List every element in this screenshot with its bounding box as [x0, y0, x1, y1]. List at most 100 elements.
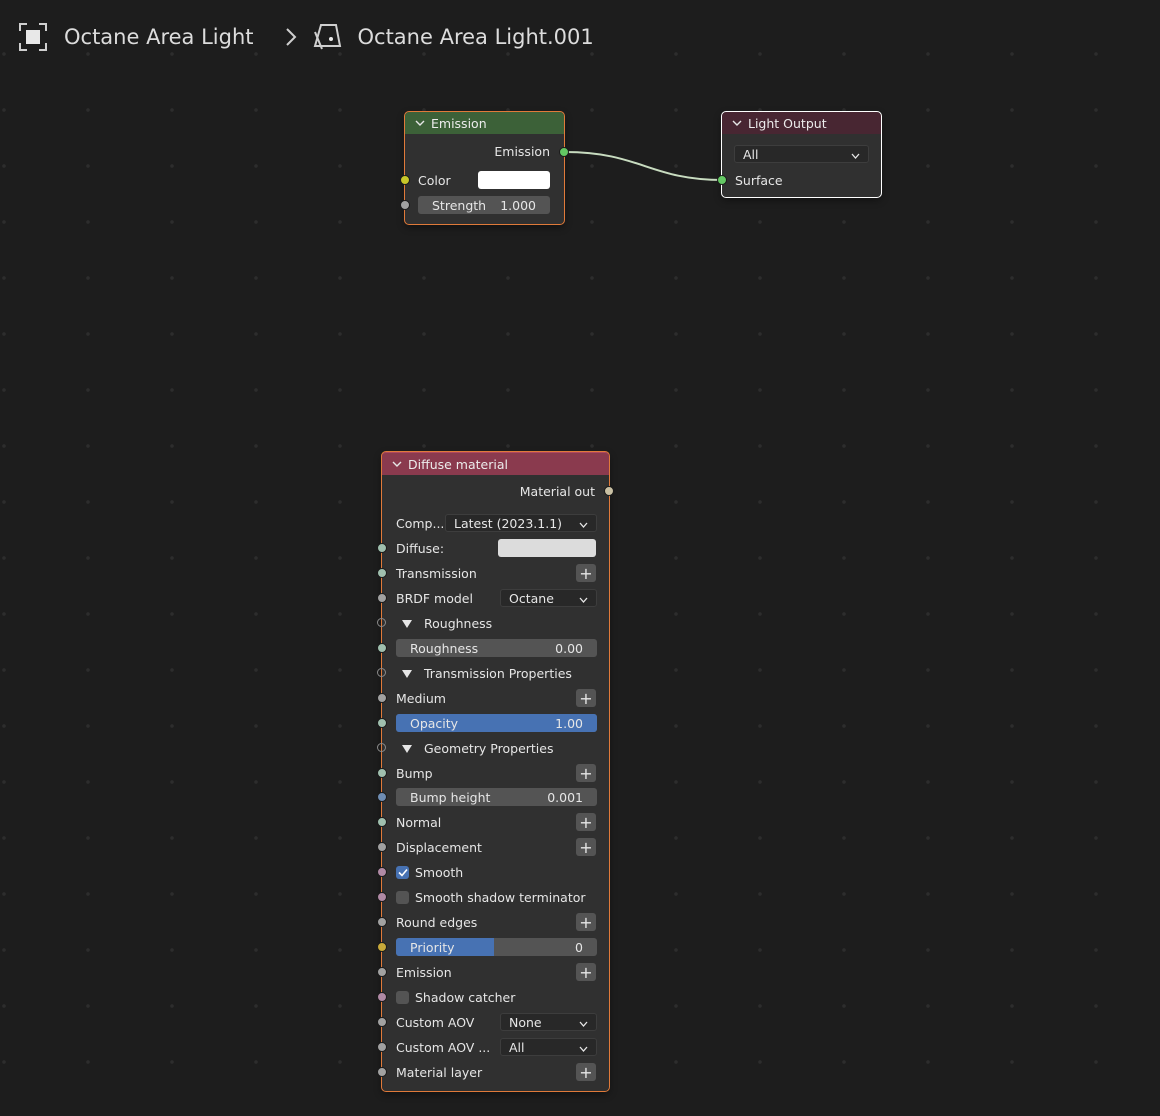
normal-socket[interactable] — [377, 817, 387, 827]
custom-aov2-value: All — [509, 1039, 525, 1055]
diffuse-socket[interactable] — [377, 543, 387, 553]
diffuse-material-header[interactable]: Diffuse material — [382, 452, 609, 475]
bump-height-label: Bump height — [410, 789, 491, 805]
strength-label: Strength — [432, 197, 487, 213]
chevron-down-icon — [579, 1015, 588, 1030]
shadow-catcher-label: Shadow catcher — [415, 990, 516, 1005]
custom-aov-dropdown[interactable]: None — [500, 1013, 597, 1031]
priority-socket[interactable] — [377, 942, 387, 952]
chevron-down-icon — [579, 591, 588, 606]
collapse-chevron-icon[interactable] — [732, 112, 748, 134]
material-out-socket[interactable] — [604, 486, 614, 496]
round-edges-label: Round edges — [396, 915, 478, 930]
surface-input-socket[interactable] — [717, 175, 727, 185]
light-output-node[interactable]: Light Output All Surface — [717, 111, 882, 198]
smooth-socket[interactable] — [377, 867, 387, 877]
material-layer-label: Material layer — [396, 1065, 483, 1080]
bump-height-field[interactable]: Bump height 0.001 — [396, 788, 597, 806]
add-bump-button[interactable]: + — [576, 764, 596, 783]
transmission-socket[interactable] — [377, 568, 387, 578]
brdf-socket[interactable] — [377, 593, 387, 603]
roughness-panel-title: Roughness — [424, 616, 493, 631]
custom-aov2-dropdown[interactable]: All — [500, 1038, 597, 1056]
checkmark-icon — [397, 868, 408, 877]
node-title: Diffuse material — [408, 456, 508, 472]
emission-output-socket[interactable] — [559, 147, 569, 157]
color-input-socket[interactable] — [400, 175, 410, 185]
add-transmission-button[interactable]: + — [576, 564, 596, 583]
shadow-catcher-socket[interactable] — [377, 992, 387, 1002]
color-swatch[interactable] — [478, 171, 550, 189]
medium-label: Medium — [396, 691, 446, 706]
material-layer-socket[interactable] — [377, 1067, 387, 1077]
light-output-header[interactable]: Light Output — [722, 112, 881, 134]
add-displacement-button[interactable]: + — [576, 838, 596, 857]
roughness-field[interactable]: Roughness 0.00 — [396, 639, 597, 657]
smooth-label: Smooth — [415, 865, 464, 880]
geometry-panel-socket — [377, 743, 386, 752]
add-round-edges-button[interactable]: + — [576, 913, 596, 932]
geometry-panel-title: Geometry Properties — [424, 741, 554, 756]
bump-height-socket[interactable] — [377, 792, 387, 802]
comp-label: Comp... — [396, 516, 445, 531]
smooth-shadow-checkbox[interactable] — [396, 891, 409, 904]
add-material-layer-button[interactable]: + — [576, 1063, 596, 1082]
displacement-socket[interactable] — [377, 842, 387, 852]
transmission-label: Transmission — [396, 566, 477, 581]
emission-input-label: Emission — [396, 965, 452, 980]
brdf-dropdown[interactable]: Octane — [500, 589, 597, 607]
round-edges-socket[interactable] — [377, 917, 387, 927]
bump-height-value: 0.001 — [547, 789, 583, 805]
collapse-chevron-icon[interactable] — [415, 112, 431, 134]
surface-label: Surface — [735, 173, 783, 188]
bump-socket[interactable] — [377, 768, 387, 778]
roughness-panel-header[interactable]: Roughness — [402, 616, 492, 631]
bump-label: Bump — [396, 766, 433, 781]
compatibility-dropdown[interactable]: Latest (2023.1.1) — [445, 514, 597, 532]
custom-aov-label: Custom AOV — [396, 1015, 475, 1030]
emission-node-header[interactable]: Emission — [405, 112, 564, 134]
priority-slider[interactable]: Priority 0 — [396, 938, 597, 956]
chevron-down-icon — [579, 1040, 588, 1055]
chevron-down-icon — [851, 147, 860, 162]
diffuse-color-swatch[interactable] — [498, 539, 596, 557]
strength-field[interactable]: Strength 1.000 — [418, 196, 550, 214]
roughness-panel-socket — [377, 618, 386, 627]
smooth-checkbox[interactable] — [396, 866, 409, 879]
shadow-catcher-checkbox[interactable] — [396, 991, 409, 1004]
panel-expand-icon — [402, 666, 412, 681]
geometry-panel-header[interactable]: Geometry Properties — [402, 741, 553, 756]
transmission-panel-header[interactable]: Transmission Properties — [402, 666, 572, 681]
panel-expand-icon — [402, 741, 412, 756]
opacity-socket[interactable] — [377, 718, 387, 728]
opacity-value: 1.00 — [555, 715, 583, 731]
custom-aov-socket[interactable] — [377, 1017, 387, 1027]
diffuse-material-node[interactable]: Diffuse material Material out Comp... La… — [377, 451, 614, 1092]
node-title: Light Output — [748, 115, 827, 131]
chevron-down-icon — [579, 516, 588, 531]
emission-node[interactable]: Emission Emission Color Strength 1.000 — [400, 111, 569, 225]
emission-output-label: Emission — [494, 144, 550, 159]
roughness-socket[interactable] — [377, 643, 387, 653]
brdf-label: BRDF model — [396, 591, 473, 606]
add-medium-button[interactable]: + — [576, 689, 596, 708]
strength-input-socket[interactable] — [400, 200, 410, 210]
smooth-shadow-label: Smooth shadow terminator — [415, 890, 586, 905]
node-title: Emission — [431, 115, 487, 131]
strength-value: 1.000 — [500, 197, 536, 213]
opacity-slider[interactable]: Opacity 1.00 — [396, 714, 597, 732]
smooth-shadow-socket[interactable] — [377, 892, 387, 902]
custom-aov2-socket[interactable] — [377, 1042, 387, 1052]
custom-aov-value: None — [509, 1014, 542, 1030]
priority-value: 0 — [575, 939, 583, 955]
add-normal-button[interactable]: + — [576, 813, 596, 832]
medium-socket[interactable] — [377, 693, 387, 703]
normal-label: Normal — [396, 815, 442, 830]
add-emission-button[interactable]: + — [576, 963, 596, 982]
comp-value: Latest (2023.1.1) — [454, 515, 563, 531]
panel-expand-icon — [402, 616, 412, 631]
displacement-label: Displacement — [396, 840, 482, 855]
target-dropdown[interactable]: All — [734, 145, 869, 163]
emission-input-socket[interactable] — [377, 967, 387, 977]
collapse-chevron-icon[interactable] — [392, 453, 408, 475]
